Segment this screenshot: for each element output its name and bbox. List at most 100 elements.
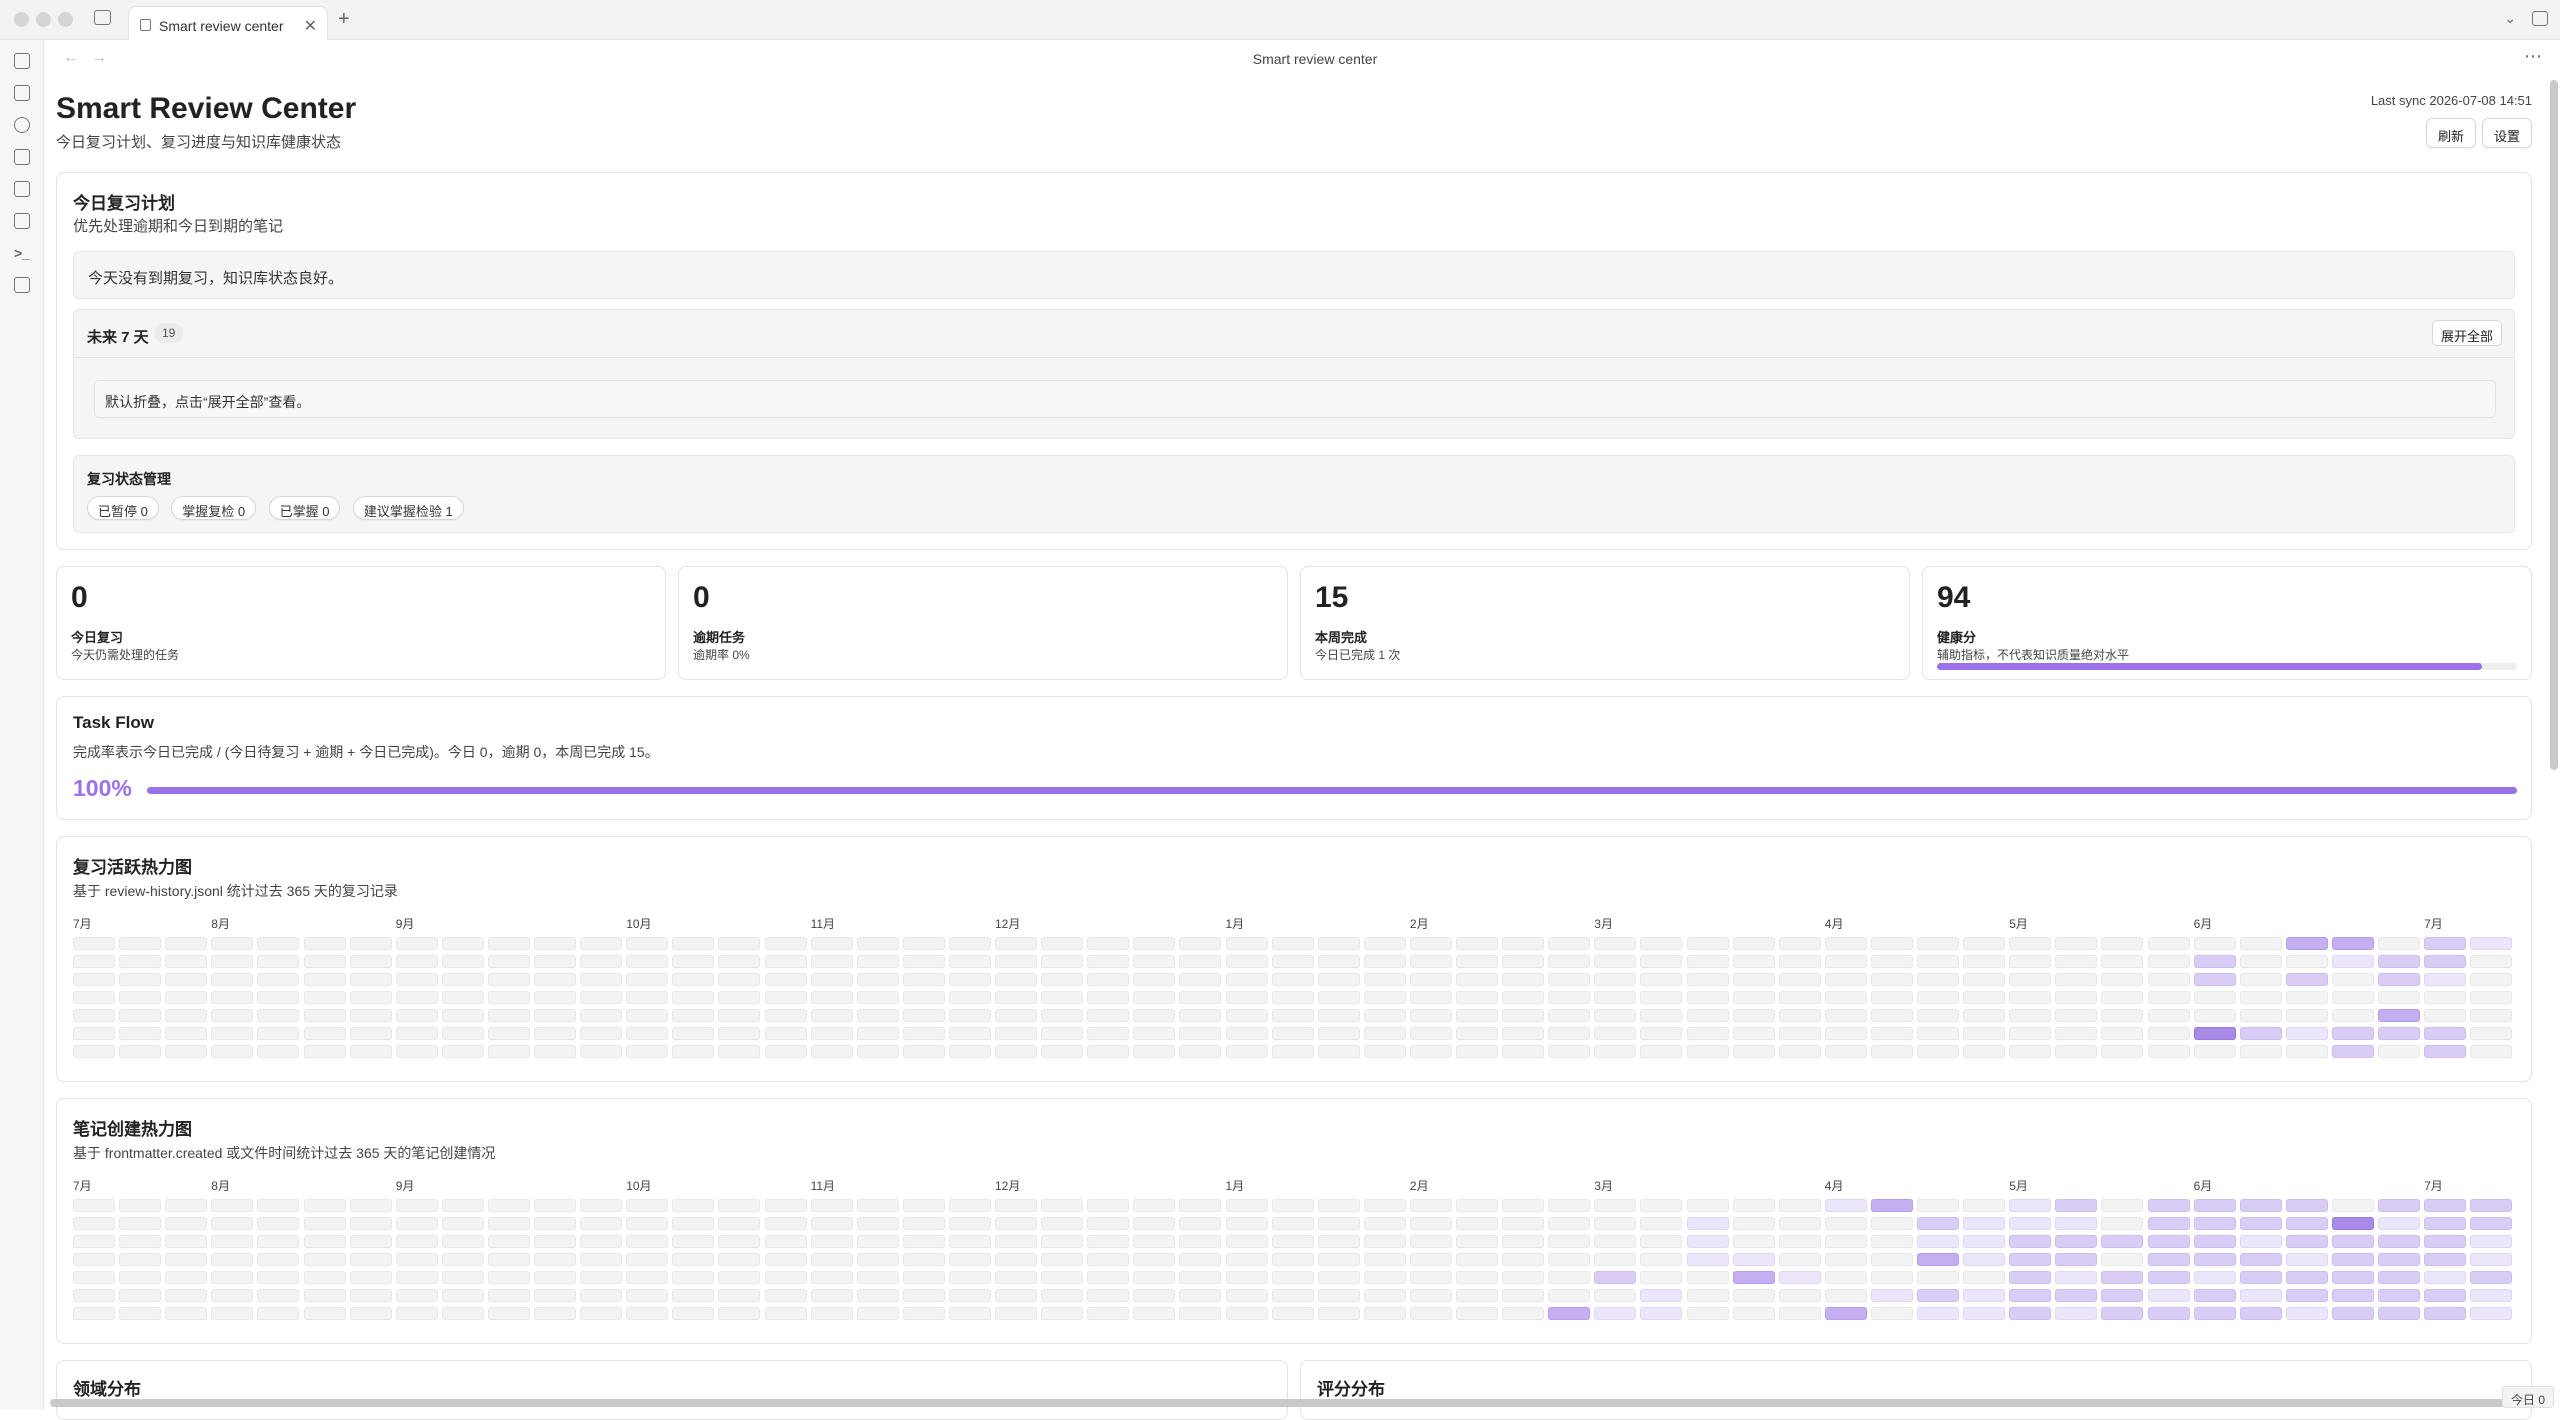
review_heatmap-cell[interactable] [1779, 973, 1821, 986]
review_heatmap-cell[interactable] [2424, 955, 2466, 968]
review_heatmap-cell[interactable] [1272, 1027, 1314, 1040]
creation_heatmap-cell[interactable] [1963, 1199, 2005, 1212]
review_heatmap-cell[interactable] [119, 937, 161, 950]
review_heatmap-cell[interactable] [534, 1045, 576, 1058]
review_heatmap-cell[interactable] [2332, 1009, 2374, 1022]
creation_heatmap-cell[interactable] [2470, 1199, 2512, 1212]
creation_heatmap-cell[interactable] [1502, 1235, 1544, 1248]
creation_heatmap-cell[interactable] [1687, 1199, 1729, 1212]
creation_heatmap-cell[interactable] [1364, 1199, 1406, 1212]
review_heatmap-cell[interactable] [2194, 1027, 2236, 1040]
creation_heatmap-cell[interactable] [1594, 1235, 1636, 1248]
creation_heatmap-cell[interactable] [1087, 1235, 1129, 1248]
creation_heatmap-cell[interactable] [2378, 1199, 2420, 1212]
review_heatmap-cell[interactable] [1917, 991, 1959, 1004]
creation_heatmap-cell[interactable] [2101, 1307, 2143, 1320]
review_heatmap-cell[interactable] [857, 955, 899, 968]
review_heatmap-cell[interactable] [1687, 937, 1729, 950]
creation_heatmap-cell[interactable] [2332, 1235, 2374, 1248]
creation_heatmap-cell[interactable] [257, 1235, 299, 1248]
creation_heatmap-cell[interactable] [211, 1307, 253, 1320]
creation_heatmap-cell[interactable] [2148, 1217, 2190, 1230]
review_heatmap-cell[interactable] [1779, 1027, 1821, 1040]
review_heatmap-cell[interactable] [1733, 991, 1775, 1004]
creation_heatmap-cell[interactable] [1179, 1271, 1221, 1284]
review_heatmap-cell[interactable] [1687, 1027, 1729, 1040]
review_heatmap-cell[interactable] [165, 1027, 207, 1040]
review_heatmap-cell[interactable] [1548, 1027, 1590, 1040]
creation_heatmap-cell[interactable] [2148, 1235, 2190, 1248]
review_heatmap-cell[interactable] [903, 1009, 945, 1022]
creation_heatmap-cell[interactable] [2194, 1271, 2236, 1284]
creation_heatmap-cell[interactable] [1594, 1271, 1636, 1284]
minimize-window-button[interactable] [36, 12, 51, 27]
creation_heatmap-cell[interactable] [2286, 1271, 2328, 1284]
review_heatmap-cell[interactable] [2055, 991, 2097, 1004]
creation_heatmap-cell[interactable] [718, 1199, 760, 1212]
review_heatmap-cell[interactable] [1133, 955, 1175, 968]
review_heatmap-cell[interactable] [2194, 973, 2236, 986]
creation_heatmap-cell[interactable] [2240, 1199, 2282, 1212]
new-tab-icon[interactable]: + [338, 8, 350, 31]
creation_heatmap-cell[interactable] [626, 1289, 668, 1302]
creation_heatmap-cell[interactable] [2378, 1253, 2420, 1266]
review_heatmap-cell[interactable] [1041, 1009, 1083, 1022]
review_heatmap-cell[interactable] [718, 991, 760, 1004]
creation_heatmap-cell[interactable] [1640, 1271, 1682, 1284]
review_heatmap-cell[interactable] [672, 1045, 714, 1058]
review_heatmap-cell[interactable] [811, 955, 853, 968]
review_heatmap-cell[interactable] [626, 955, 668, 968]
review_heatmap-cell[interactable] [1687, 991, 1729, 1004]
creation_heatmap-cell[interactable] [1779, 1199, 1821, 1212]
creation_heatmap-cell[interactable] [1133, 1307, 1175, 1320]
creation_heatmap-cell[interactable] [2194, 1235, 2236, 1248]
review_heatmap-cell[interactable] [2240, 973, 2282, 986]
review_heatmap-cell[interactable] [672, 937, 714, 950]
creation_heatmap-cell[interactable] [2240, 1271, 2282, 1284]
review_heatmap-cell[interactable] [1179, 991, 1221, 1004]
review_heatmap-cell[interactable] [2332, 955, 2374, 968]
creation_heatmap-cell[interactable] [304, 1271, 346, 1284]
creation_heatmap-cell[interactable] [1318, 1217, 1360, 1230]
review_heatmap-cell[interactable] [534, 1027, 576, 1040]
review_heatmap-cell[interactable] [672, 991, 714, 1004]
creation_heatmap-cell[interactable] [350, 1271, 392, 1284]
creation_heatmap-cell[interactable] [2470, 1307, 2512, 1320]
horizontal-scrollbar[interactable] [50, 1399, 2540, 1407]
creation_heatmap-cell[interactable] [119, 1199, 161, 1212]
creation_heatmap-cell[interactable] [2286, 1217, 2328, 1230]
creation_heatmap-cell[interactable] [1687, 1307, 1729, 1320]
creation_heatmap-cell[interactable] [396, 1307, 438, 1320]
creation_heatmap-cell[interactable] [672, 1199, 714, 1212]
review_heatmap-cell[interactable] [2055, 973, 2097, 986]
close-window-button[interactable] [14, 12, 29, 27]
creation_heatmap-cell[interactable] [903, 1217, 945, 1230]
review_heatmap-cell[interactable] [718, 973, 760, 986]
review_heatmap-cell[interactable] [350, 955, 392, 968]
review_heatmap-cell[interactable] [949, 991, 991, 1004]
review_heatmap-cell[interactable] [1087, 1045, 1129, 1058]
creation_heatmap-cell[interactable] [1364, 1289, 1406, 1302]
review_heatmap-cell[interactable] [2470, 1009, 2512, 1022]
creation_heatmap-cell[interactable] [995, 1253, 1037, 1266]
creation_heatmap-cell[interactable] [857, 1289, 899, 1302]
review_heatmap-cell[interactable] [1779, 1009, 1821, 1022]
creation_heatmap-cell[interactable] [1087, 1217, 1129, 1230]
review_heatmap-cell[interactable] [2148, 973, 2190, 986]
creation_heatmap-cell[interactable] [1502, 1253, 1544, 1266]
review_heatmap-cell[interactable] [488, 991, 530, 1004]
creation_heatmap-cell[interactable] [534, 1199, 576, 1212]
creation_heatmap-cell[interactable] [1410, 1253, 1452, 1266]
review_heatmap-cell[interactable] [1410, 1027, 1452, 1040]
review_heatmap-cell[interactable] [1179, 1009, 1221, 1022]
creation_heatmap-cell[interactable] [2424, 1271, 2466, 1284]
review_heatmap-cell[interactable] [1548, 973, 1590, 986]
creation_heatmap-cell[interactable] [73, 1289, 115, 1302]
creation_heatmap-cell[interactable] [1410, 1271, 1452, 1284]
creation_heatmap-cell[interactable] [350, 1307, 392, 1320]
review_heatmap-cell[interactable] [1640, 937, 1682, 950]
creation_heatmap-cell[interactable] [1640, 1289, 1682, 1302]
creation_heatmap-cell[interactable] [1548, 1235, 1590, 1248]
review_heatmap-cell[interactable] [1410, 955, 1452, 968]
creation_heatmap-cell[interactable] [2378, 1217, 2420, 1230]
